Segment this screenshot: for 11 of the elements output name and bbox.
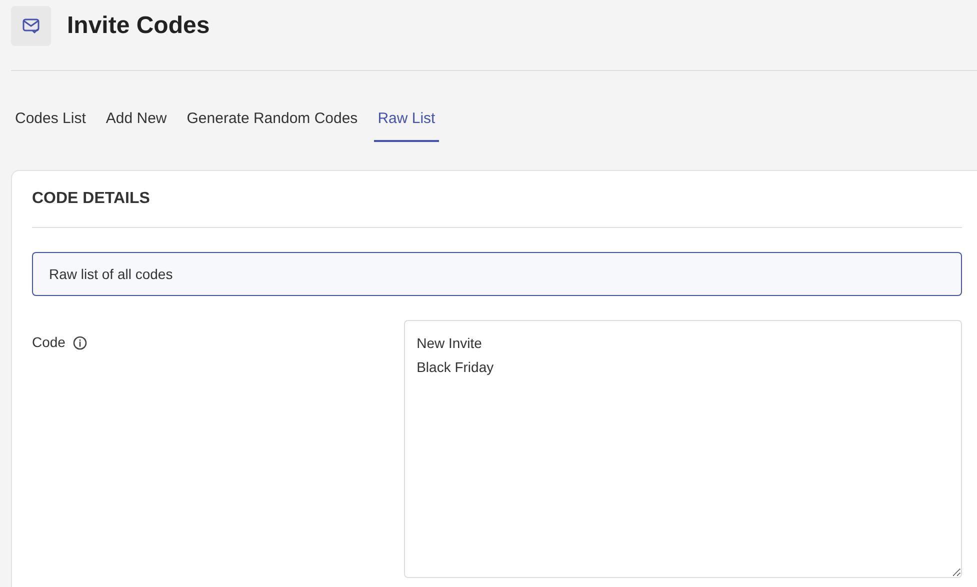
tab[interactable]: Raw List [374,99,440,142]
field-label: Code [32,333,66,352]
tab[interactable]: Add New [102,99,171,142]
envelope-icon [11,6,51,46]
section-heading: CODE DETAILS [32,189,150,209]
page-title: Invite Codes [67,11,210,41]
notice-box: Raw list of all codes [32,252,962,296]
tab[interactable]: Generate Random Codes [182,99,362,142]
code-textarea[interactable]: New Invite Black Friday [404,320,962,578]
info-icon [73,336,88,350]
tab[interactable]: Codes List [11,99,90,142]
